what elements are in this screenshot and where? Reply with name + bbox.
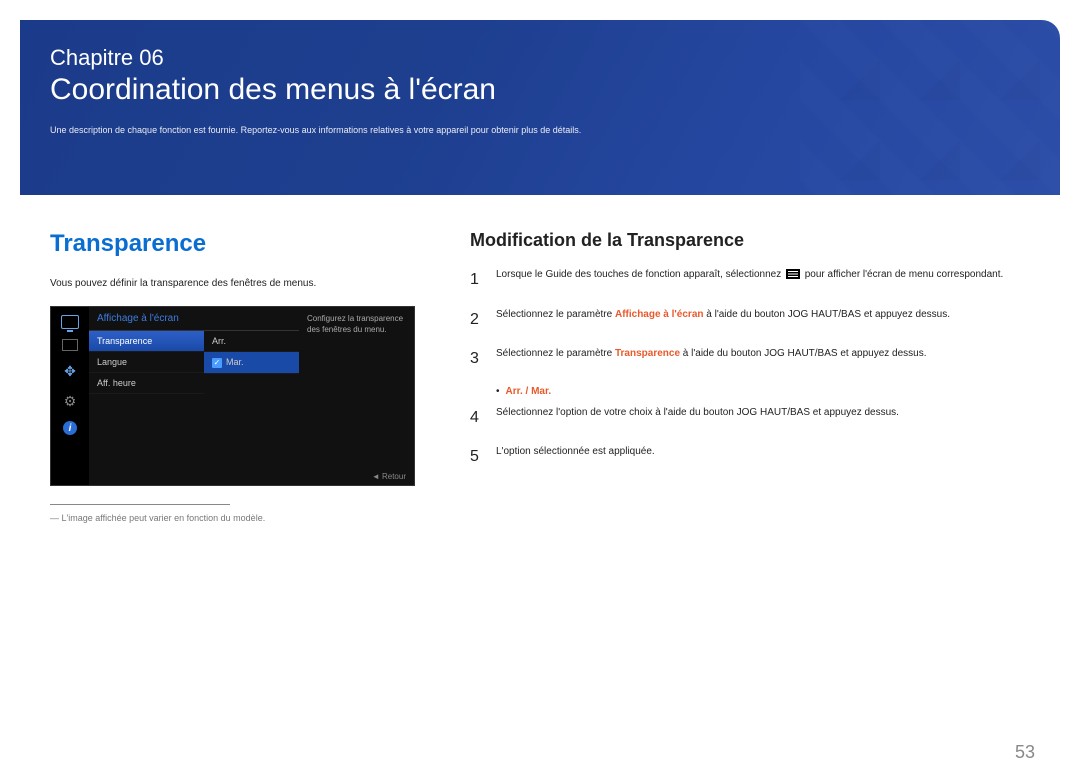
osd-return: Retour bbox=[372, 472, 406, 481]
step-text-post: à l'aide du bouton JOG HAUT/BAS et appuy… bbox=[704, 309, 951, 320]
osd-preview: ✥ ⚙ i Affichage à l'écran Transparence L… bbox=[50, 306, 415, 486]
osd-options-col: Arr. Mar. bbox=[204, 307, 299, 485]
step-body: L'option sélectionnée est appliquée. bbox=[496, 444, 1030, 470]
step-2: 2 Sélectionnez le paramètre Affichage à … bbox=[470, 307, 1030, 333]
page-number: 53 bbox=[1015, 742, 1035, 763]
osd-option-arr: Arr. bbox=[204, 331, 299, 352]
step-5: 5 L'option sélectionnée est appliquée. bbox=[470, 444, 1030, 470]
step-4: 4 Sélectionnez l'option de votre choix à… bbox=[470, 405, 1030, 431]
osd-options-head bbox=[204, 307, 299, 331]
bullet-dot: • bbox=[496, 386, 500, 397]
step-text-post: à l'aide du bouton JOG HAUT/BAS et appuy… bbox=[680, 348, 927, 359]
left-column: Transparence Vous pouvez définir la tran… bbox=[50, 230, 430, 523]
chapter-desc: Une description de chaque fonction est f… bbox=[50, 125, 1030, 135]
step-num: 5 bbox=[470, 444, 482, 470]
osd-info-text: Configurez la transparence des fenêtres … bbox=[299, 307, 414, 485]
chapter-header: Chapitre 06 Coordination des menus à l'é… bbox=[20, 20, 1060, 195]
step-3: 3 Sélectionnez le paramètre Transparence… bbox=[470, 346, 1030, 372]
gear-icon: ⚙ bbox=[60, 391, 80, 411]
step-text-pre: Lorsque le Guide des touches de fonction… bbox=[496, 269, 784, 280]
step-num: 1 bbox=[470, 267, 482, 293]
step-num: 2 bbox=[470, 307, 482, 333]
chapter-label: Chapitre 06 bbox=[50, 45, 1030, 71]
step-body: Sélectionnez le paramètre Affichage à l'… bbox=[496, 307, 1030, 333]
step-1: 1 Lorsque le Guide des touches de foncti… bbox=[470, 267, 1030, 293]
section-desc: Vous pouvez définir la transparence des … bbox=[50, 276, 430, 291]
osd-item-affheure: Aff. heure bbox=[89, 373, 204, 394]
footnote-divider bbox=[50, 504, 230, 505]
arrows-icon: ✥ bbox=[60, 361, 80, 381]
rect-icon bbox=[62, 339, 78, 351]
step-num: 3 bbox=[470, 346, 482, 372]
step-text-pre: Sélectionnez le paramètre bbox=[496, 309, 615, 320]
highlight: Affichage à l'écran bbox=[615, 309, 704, 320]
menu-icon bbox=[786, 269, 800, 279]
page-content: Transparence Vous pouvez définir la tran… bbox=[0, 195, 1080, 523]
bullet-line: • Arr. / Mar. bbox=[496, 386, 1030, 397]
footnote: L'image affichée peut varier en fonction… bbox=[50, 513, 430, 523]
osd-menu-head: Affichage à l'écran bbox=[89, 307, 204, 331]
sub-title: Modification de la Transparence bbox=[470, 230, 1030, 251]
step-body: Lorsque le Guide des touches de fonction… bbox=[496, 267, 1030, 293]
monitor-icon bbox=[61, 315, 79, 329]
osd-option-mar: Mar. bbox=[204, 352, 299, 374]
osd-item-transparence: Transparence bbox=[89, 331, 204, 352]
osd-main: Affichage à l'écran Transparence Langue … bbox=[89, 307, 414, 485]
step-num: 4 bbox=[470, 405, 482, 431]
step-body: Sélectionnez l'option de votre choix à l… bbox=[496, 405, 1030, 431]
bullet-text: Arr. / Mar. bbox=[506, 386, 552, 397]
highlight: Transparence bbox=[615, 348, 680, 359]
osd-sidebar: ✥ ⚙ i bbox=[51, 307, 89, 485]
step-text-pre: Sélectionnez le paramètre bbox=[496, 348, 615, 359]
step-text-post: pour afficher l'écran de menu correspond… bbox=[802, 269, 1003, 280]
osd-item-langue: Langue bbox=[89, 352, 204, 373]
info-icon: i bbox=[63, 421, 77, 435]
steps-list: 1 Lorsque le Guide des touches de foncti… bbox=[470, 267, 1030, 470]
section-title: Transparence bbox=[50, 230, 430, 258]
right-column: Modification de la Transparence 1 Lorsqu… bbox=[470, 230, 1030, 523]
step-body: Sélectionnez le paramètre Transparence à… bbox=[496, 346, 1030, 372]
osd-menu-col: Affichage à l'écran Transparence Langue … bbox=[89, 307, 204, 485]
chapter-title: Coordination des menus à l'écran bbox=[50, 73, 1030, 107]
